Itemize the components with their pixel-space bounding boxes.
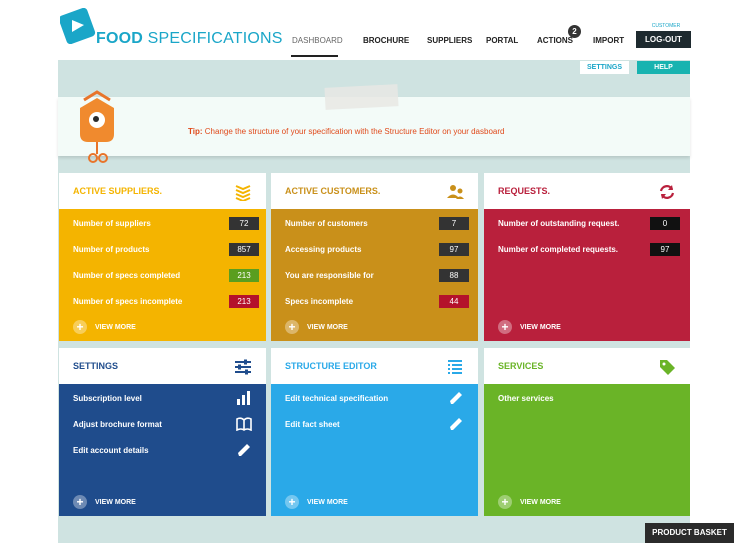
settings-tab-button[interactable]: SETTINGS [580, 61, 629, 74]
structure-editor-panel: STRUCTURE EDITOR Edit technical specific… [271, 348, 478, 516]
nav-active-underline [291, 55, 338, 57]
stat-row-label: You are responsible for [285, 271, 374, 280]
view-more-button[interactable]: + VIEW MORE [498, 495, 561, 509]
active-customers-panel: ACTIVE CUSTOMERS. Number of customers 7 … [271, 173, 478, 341]
bar-chart-icon [237, 391, 250, 405]
view-more-button[interactable]: + VIEW MORE [73, 495, 136, 509]
structure-link[interactable]: Edit technical specification [285, 394, 388, 403]
settings-panel: SETTINGS Subscription level Adjust broch… [59, 348, 266, 516]
panel-header: STRUCTURE EDITOR [271, 348, 478, 384]
panel-title: STRUCTURE EDITOR [285, 361, 377, 371]
stat-row-label: Number of specs incomplete [73, 297, 183, 306]
requests-panel: REQUESTS. Number of outstanding request.… [484, 173, 690, 341]
tip-prefix: Tip: [188, 127, 203, 136]
plus-icon: + [73, 495, 87, 509]
nav-dashboard[interactable]: DASHBOARD [292, 36, 343, 45]
panel-header: ACTIVE SUPPLIERS. [59, 173, 266, 209]
stat-value: 72 [229, 217, 259, 230]
panel-title: SERVICES [498, 361, 544, 371]
customer-label: CUSTOMER [651, 23, 681, 29]
stat-value: 97 [650, 243, 680, 256]
plus-icon: + [498, 320, 512, 334]
top-header: FOOD SPECIFICATIONS DASHBOARD BROCHURE S… [0, 0, 734, 60]
product-basket-button[interactable]: PRODUCT BASKET [645, 523, 734, 543]
tip-text: Tip: Change the structure of your specif… [188, 127, 504, 136]
view-more-label: VIEW MORE [307, 498, 348, 506]
panel-header: ACTIVE CUSTOMERS. [271, 173, 478, 209]
stat-row-label: Number of suppliers [73, 219, 151, 228]
brand-rest: SPECIFICATIONS [143, 30, 283, 47]
nav-brochure[interactable]: BROCHURE [363, 36, 409, 45]
settings-link[interactable]: Adjust brochure format [73, 420, 162, 429]
active-suppliers-panel: ACTIVE SUPPLIERS. Number of suppliers 72… [59, 173, 266, 341]
tape-decoration [324, 84, 399, 110]
plus-icon: + [73, 320, 87, 334]
list-tree-icon [448, 360, 462, 374]
users-icon [447, 185, 464, 199]
brand-name[interactable]: FOOD SPECIFICATIONS [96, 30, 283, 48]
services-link[interactable]: Other services [498, 394, 554, 403]
view-more-button[interactable]: + VIEW MORE [73, 320, 136, 334]
stat-value: 213 [229, 295, 259, 308]
help-tab-button[interactable]: HELP [637, 61, 690, 74]
plus-icon: + [498, 495, 512, 509]
stat-row-label: Specs incomplete [285, 297, 354, 306]
stat-row-label: Number of completed requests. [498, 245, 619, 254]
panel-title: ACTIVE SUPPLIERS. [73, 186, 163, 196]
actions-count-badge: 2 [568, 25, 581, 38]
logout-button[interactable]: LOG-OUT [636, 31, 691, 48]
structure-link[interactable]: Edit fact sheet [285, 420, 340, 429]
nav-import[interactable]: IMPORT [593, 36, 624, 45]
book-icon [236, 417, 252, 431]
food-specifications-logo-icon[interactable] [60, 8, 100, 44]
stat-row-label: Number of outstanding request. [498, 219, 620, 228]
view-more-label: VIEW MORE [95, 498, 136, 506]
brand-bold: FOOD [96, 30, 144, 47]
panel-header: SETTINGS [59, 348, 266, 384]
plus-icon: + [285, 320, 299, 334]
view-more-label: VIEW MORE [520, 323, 561, 331]
services-panel: SERVICES Other services + VIEW MORE [484, 348, 690, 516]
stack-layers-icon [235, 185, 251, 201]
panel-title: SETTINGS [73, 361, 119, 371]
stat-value: 97 [439, 243, 469, 256]
plus-icon: + [285, 495, 299, 509]
nav-actions[interactable]: ACTIONS [537, 36, 573, 45]
pencil-icon [450, 418, 462, 430]
view-more-label: VIEW MORE [95, 323, 136, 331]
settings-link[interactable]: Edit account details [73, 446, 149, 455]
stat-row-label: Number of products [73, 245, 150, 254]
stat-value: 88 [439, 269, 469, 282]
tag-icon [660, 360, 675, 375]
pencil-icon [238, 444, 250, 456]
view-more-button[interactable]: + VIEW MORE [285, 320, 348, 334]
panel-header: REQUESTS. [484, 173, 690, 209]
view-more-button[interactable]: + VIEW MORE [285, 495, 348, 509]
view-more-label: VIEW MORE [307, 323, 348, 331]
stat-row-label: Number of customers [285, 219, 368, 228]
dashboard-page: FOOD SPECIFICATIONS DASHBOARD BROCHURE S… [0, 0, 734, 543]
panel-header: SERVICES [484, 348, 690, 384]
stat-row-label: Accessing products [285, 245, 362, 254]
settings-link[interactable]: Subscription level [73, 394, 142, 403]
stat-value: 213 [229, 269, 259, 282]
nav-portal[interactable]: PORTAL [486, 36, 518, 45]
sliders-icon [235, 359, 251, 375]
nav-suppliers[interactable]: SUPPLIERS [427, 36, 472, 45]
birdhouse-mascot-icon [80, 90, 114, 163]
stat-value: 7 [439, 217, 469, 230]
panel-title: REQUESTS. [498, 186, 551, 196]
stat-value: 0 [650, 217, 680, 230]
pencil-icon [450, 392, 462, 404]
tip-message: Change the structure of your specificati… [202, 127, 505, 136]
view-more-button[interactable]: + VIEW MORE [498, 320, 561, 334]
refresh-icon [659, 185, 675, 199]
panel-title: ACTIVE CUSTOMERS. [285, 186, 381, 196]
view-more-label: VIEW MORE [520, 498, 561, 506]
stat-row-label: Number of specs completed [73, 271, 181, 280]
stat-value: 44 [439, 295, 469, 308]
stat-value: 857 [229, 243, 259, 256]
